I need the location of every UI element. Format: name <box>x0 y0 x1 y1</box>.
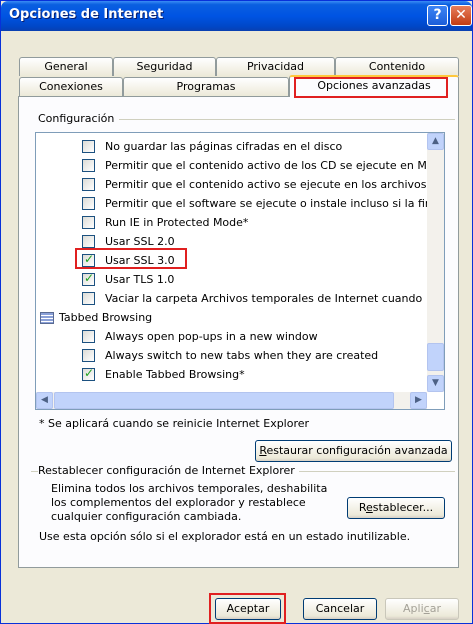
group-divider <box>119 119 455 120</box>
setting-item[interactable]: ✓ Enable Tabbed Browsing* <box>36 366 426 384</box>
ssl3-highlight <box>75 248 187 269</box>
checkbox-checked[interactable]: ✓ <box>82 271 95 286</box>
tab-privacidad[interactable]: Privacidad <box>216 57 335 76</box>
checkbox[interactable] <box>82 159 95 172</box>
checkbox[interactable] <box>82 330 95 343</box>
setting-item[interactable]: Vaciar la carpeta Archivos temporales de… <box>36 290 426 308</box>
reset-description-line: cualquier configuración cambiada. <box>51 510 242 523</box>
category-tabbed-browsing: Tabbed Browsing <box>36 309 426 327</box>
setting-label: Usar SSL 2.0 <box>105 235 175 248</box>
tab-programas[interactable]: Programas <box>123 77 289 96</box>
reset-description-line: los complementos del explorador y restab… <box>51 496 306 509</box>
setting-item[interactable]: Always switch to new tabs when they are … <box>36 347 426 365</box>
tab-highlight <box>294 77 448 98</box>
checkbox[interactable] <box>82 197 95 210</box>
scroll-up-icon[interactable]: ▲ <box>427 133 444 150</box>
setting-item[interactable]: Permitir que el software se ejecute o in… <box>36 195 430 213</box>
setting-label: Always switch to new tabs when they are … <box>105 349 379 362</box>
check-icon: ✓ <box>84 271 95 285</box>
setting-item[interactable]: Permitir que el contenido activo de los … <box>36 157 427 175</box>
setting-label: Permitir que el software se ejecute o in… <box>105 197 430 210</box>
restore-label-rest: estaurar configuración avanzada <box>266 444 448 457</box>
checkbox[interactable] <box>82 178 95 191</box>
setting-item[interactable]: Permitir que el contenido activo se ejec… <box>36 176 427 194</box>
check-icon: ✓ <box>84 366 95 380</box>
scroll-left-icon[interactable]: ◀ <box>36 392 53 409</box>
accept-highlight <box>209 593 286 624</box>
tab-general[interactable]: General <box>19 57 113 76</box>
settings-group-label: Configuración <box>38 112 119 125</box>
help-icon[interactable]: ? <box>427 5 448 26</box>
category-label: Tabbed Browsing <box>59 311 153 324</box>
reset-button[interactable]: Restablecer... <box>347 497 445 519</box>
setting-label: Enable Tabbed Browsing* <box>105 368 245 381</box>
horizontal-scroll-thumb[interactable] <box>54 392 394 409</box>
setting-label: Usar TLS 1.0 <box>105 273 175 286</box>
category-icon <box>40 312 54 324</box>
checkbox[interactable] <box>82 235 95 248</box>
setting-label: Run IE in Protected Mode* <box>105 216 249 229</box>
apply-button[interactable]: Aplicar <box>385 598 459 620</box>
setting-label: Permitir que el contenido activo se ejec… <box>105 178 427 191</box>
tab-conexiones[interactable]: Conexiones <box>19 77 123 96</box>
close-icon[interactable]: ✕ <box>450 5 472 26</box>
cancel-button[interactable]: Cancelar <box>303 598 377 620</box>
setting-label: Always open pop-ups in a new window <box>105 330 318 343</box>
reset-group-label: Restablecer configuración de Internet Ex… <box>38 464 299 477</box>
setting-label: No guardar las páginas cifradas en el di… <box>105 140 343 153</box>
apply-label-prefix: Apli <box>403 602 424 615</box>
internet-options-window: Opciones de Internet ? ✕ General Segurid… <box>0 0 473 624</box>
tab-contenido[interactable]: Contenido <box>335 57 459 76</box>
vertical-scroll-thumb[interactable] <box>427 343 444 371</box>
restart-note: * Se aplicará cuando se reinicie Interne… <box>39 417 310 430</box>
checkbox[interactable] <box>82 140 95 153</box>
reset-label-prefix: R <box>358 501 366 514</box>
reset-label-rest: stablecer... <box>372 501 434 514</box>
checkbox[interactable] <box>82 292 95 305</box>
checkbox[interactable] <box>82 349 95 362</box>
setting-item[interactable]: ✓ Usar TLS 1.0 <box>36 271 426 289</box>
tab-seguridad[interactable]: Seguridad <box>113 57 216 76</box>
checkbox-checked[interactable]: ✓ <box>82 366 95 381</box>
vertical-scrollbar[interactable]: ▲ ▼ <box>427 133 444 392</box>
settings-list[interactable]: No guardar las páginas cifradas en el di… <box>35 132 445 410</box>
horizontal-scrollbar[interactable]: ◀ ▶ <box>36 392 427 409</box>
setting-label: Vaciar la carpeta Archivos temporales de… <box>105 292 423 305</box>
restore-advanced-button[interactable]: Restaurar configuración avanzada <box>255 440 452 462</box>
title-bar[interactable]: Opciones de Internet ? ✕ <box>1 1 472 31</box>
apply-label-rest: ar <box>429 602 441 615</box>
scroll-down-icon[interactable]: ▼ <box>427 375 444 392</box>
reset-label-accel: e <box>365 501 373 514</box>
setting-item[interactable]: No guardar las páginas cifradas en el di… <box>36 138 426 156</box>
reset-description-line: Elimina todos los archivos temporales, d… <box>51 482 328 495</box>
checkbox[interactable] <box>82 216 95 229</box>
setting-item[interactable]: Always open pop-ups in a new window <box>36 328 426 346</box>
setting-label: Permitir que el contenido activo de los … <box>105 159 427 172</box>
reset-note: Use esta opción sólo si el explorador es… <box>39 530 411 543</box>
window-title: Opciones de Internet <box>9 7 164 22</box>
scroll-right-icon[interactable]: ▶ <box>410 392 427 409</box>
setting-item[interactable]: Run IE in Protected Mode* <box>36 214 426 232</box>
